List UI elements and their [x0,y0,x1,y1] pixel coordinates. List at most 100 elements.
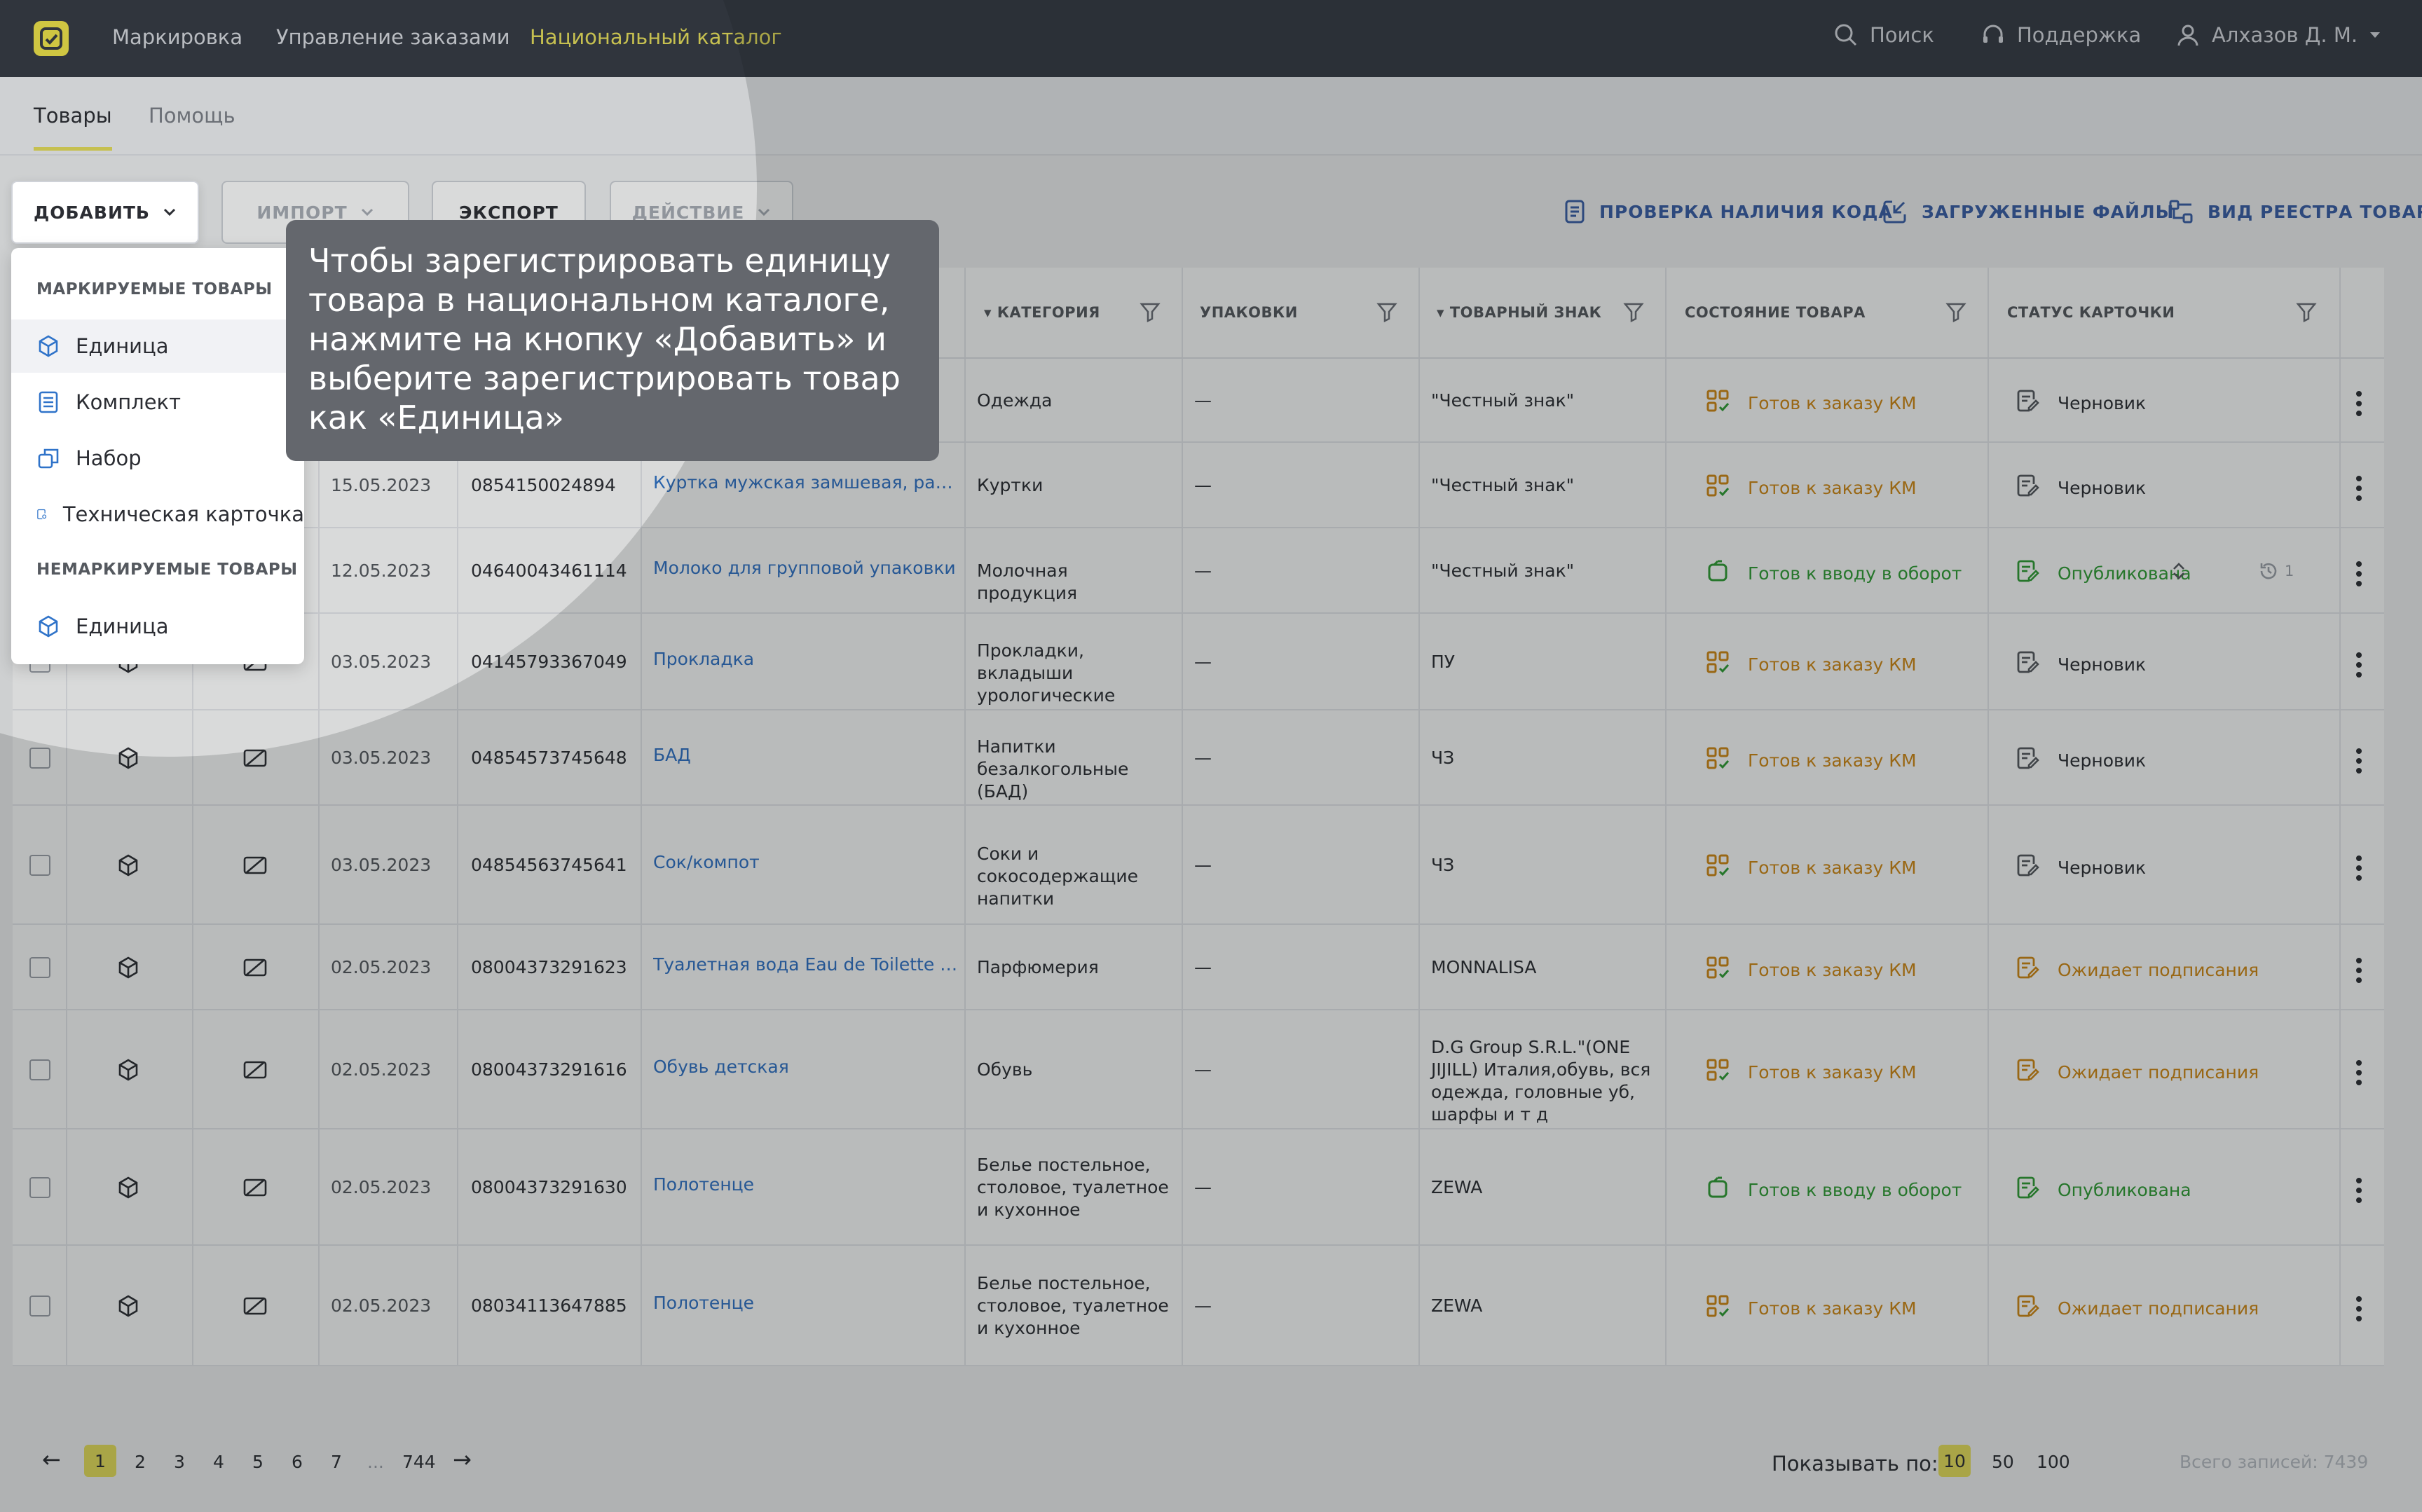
table-row[interactable]: 02.05.2023 08034113647885 Полотенце Белье п… [13,1246,2384,1366]
nav-marking[interactable]: Маркировка [112,25,242,49]
row-more-icon[interactable] [2356,958,2363,987]
page-3[interactable]: 3 [174,1452,185,1472]
row-product-name[interactable]: БАД [653,744,959,767]
table-row[interactable]: 03.05.2023 04854563745641 Сок/компот Соки и… [13,806,2384,925]
tab-help[interactable]: Помощь [149,104,235,128]
row-packages: — [1194,748,1212,768]
row-checkbox[interactable] [29,1295,50,1317]
row-more-icon[interactable] [2356,652,2363,682]
row-product-state: Готов к заказу КМ [1706,650,1917,678]
no-photo-icon [242,746,268,776]
row-checkbox[interactable] [29,748,50,769]
row-more-icon[interactable] [2356,855,2363,885]
row-checkbox[interactable] [29,855,50,876]
row-trademark: ZEWA [1431,1295,1483,1316]
nav-national-catalog[interactable]: Национальный каталог [530,25,782,49]
prev-page-arrow[interactable]: ← [42,1446,61,1473]
menu-item-unmarked-unit[interactable]: Единица [11,600,304,653]
row-product-name[interactable]: Молоко для групповой упаковки [653,557,959,579]
filter-icon[interactable] [1140,301,1161,322]
row-state-label: Готов к заказу КМ [1748,959,1917,980]
header-state[interactable]: СОСТОЯНИЕ ТОВАРА [1685,304,1866,321]
row-more-icon[interactable] [2356,1178,2363,1207]
row-product-state: Готов к заказу КМ [1706,389,1917,417]
tab-products[interactable]: Товары [34,104,112,151]
chevron-down-icon [361,208,373,217]
page-1[interactable]: 1 [84,1445,116,1477]
page-4[interactable]: 4 [213,1452,224,1472]
logo[interactable] [34,21,69,56]
row-card-status: Ожидает подписания [2016,1294,2259,1322]
menu-item-label: Комплект [76,390,181,414]
row-product-name[interactable]: Прокладка [653,648,959,671]
row-more-icon[interactable] [2356,561,2363,591]
row-product-name[interactable]: Туалетная вода Eau de Toilette 50 ... [653,954,959,976]
header-trademark[interactable]: ▾ ТОВАРНЫЙ ЗНАК [1437,304,1601,321]
menu-item-kit[interactable]: Комплект [11,376,304,429]
menu-item-set[interactable]: Набор [11,432,304,485]
search-button[interactable]: Поиск [1833,22,1934,48]
menu-item-label: Единица [76,334,169,358]
page-size-10[interactable]: 10 [1938,1445,1971,1477]
no-photo-icon [242,1176,268,1205]
registry-view-link[interactable]: ВИД РЕЕСТРА ТОВАРОВ [2168,199,2422,224]
header-trademark-label: ТОВАРНЫЙ ЗНАК [1449,304,1602,321]
row-checkbox[interactable] [29,1059,50,1080]
sort-arrows-icon[interactable] [2171,561,2187,581]
header-card-status[interactable]: СТАТУС КАРТОЧКИ [2007,304,2175,321]
row-more-icon[interactable] [2356,1060,2363,1090]
filter-icon[interactable] [1376,301,1397,322]
filter-icon[interactable] [2296,301,2317,322]
row-more-icon[interactable] [2356,748,2363,778]
row-product-name[interactable]: Полотенце [653,1174,959,1196]
row-checkbox[interactable] [29,957,50,978]
order-codes-icon [1706,1058,1730,1086]
table-row[interactable]: 03.05.2023 04145793367049 Прокладка Проклад… [13,614,2384,710]
header-packages[interactable]: УПАКОВКИ [1200,304,1298,321]
page-size-50[interactable]: 50 [1992,1452,2014,1472]
filter-icon[interactable] [1623,301,1644,322]
menu-item-unit[interactable]: Единица [11,319,304,373]
page-5[interactable]: 5 [252,1452,264,1472]
row-product-name[interactable]: Сок/компот [653,851,959,874]
row-category: Соки и сокосодержащие напитки [977,844,1139,909]
header-category[interactable]: ▾ КАТЕГОРИЯ [984,304,1100,321]
row-more-icon[interactable] [2356,476,2363,505]
page-ellipsis: ... [367,1452,384,1472]
row-packages: — [1194,1059,1212,1080]
table-row[interactable]: 02.05.2023 08004373291623 Туалетная вода E… [13,925,2384,1010]
table-row[interactable]: 12.05.2023 04640043461114 Молоко для групп… [13,528,2384,614]
check-code-link[interactable]: ПРОВЕРКА НАЛИЧИЯ КОДА [1564,199,1893,224]
nav-orders[interactable]: Управление заказами [276,25,510,49]
uploaded-files-link[interactable]: ЗАГРУЖЕННЫЕ ФАЙЛЫ [1882,199,2175,224]
row-product-name[interactable]: Обувь детская [653,1056,959,1078]
page-2[interactable]: 2 [135,1452,146,1472]
row-more-icon[interactable] [2356,391,2363,420]
row-gtin: 08004373291616 [471,1059,627,1080]
row-more-icon[interactable] [2356,1296,2363,1326]
table-row[interactable]: 03.05.2023 04854573745648 БАД Напитки безал… [13,710,2384,806]
filter-icon[interactable] [1945,301,1966,322]
next-page-arrow[interactable]: → [453,1446,472,1473]
row-date: 15.05.2023 [331,475,432,495]
page-6[interactable]: 6 [292,1452,303,1472]
version-history[interactable]: 1 [2258,560,2294,582]
row-state-label: Готов к заказу КМ [1748,654,1917,675]
user-menu[interactable]: Алхазов Д. М. [2175,22,2381,48]
add-button[interactable]: ДОБАВИТЬ [11,181,199,244]
row-date: 03.05.2023 [331,652,432,672]
page-744[interactable]: 744 [402,1452,436,1472]
table-row[interactable]: 02.05.2023 08004373291630 Полотенце Белье п… [13,1129,2384,1246]
row-gtin: 04854573745648 [471,748,627,768]
order-codes-icon [1706,746,1730,774]
row-packages: — [1194,561,1212,581]
menu-item-label: Набор [76,446,142,470]
support-button[interactable]: Поддержка [1980,22,2141,48]
row-product-name[interactable]: Куртка мужская замшевая, разме... [653,472,959,494]
row-card-label: Ожидает подписания [2058,959,2259,980]
page-size-100[interactable]: 100 [2037,1452,2070,1472]
row-checkbox[interactable] [29,1177,50,1198]
table-row[interactable]: 02.05.2023 08004373291616 Обувь детская Обу… [13,1010,2384,1129]
row-product-name[interactable]: Полотенце [653,1292,959,1314]
menu-item-technical-card[interactable]: Техническая карточка [11,488,304,541]
